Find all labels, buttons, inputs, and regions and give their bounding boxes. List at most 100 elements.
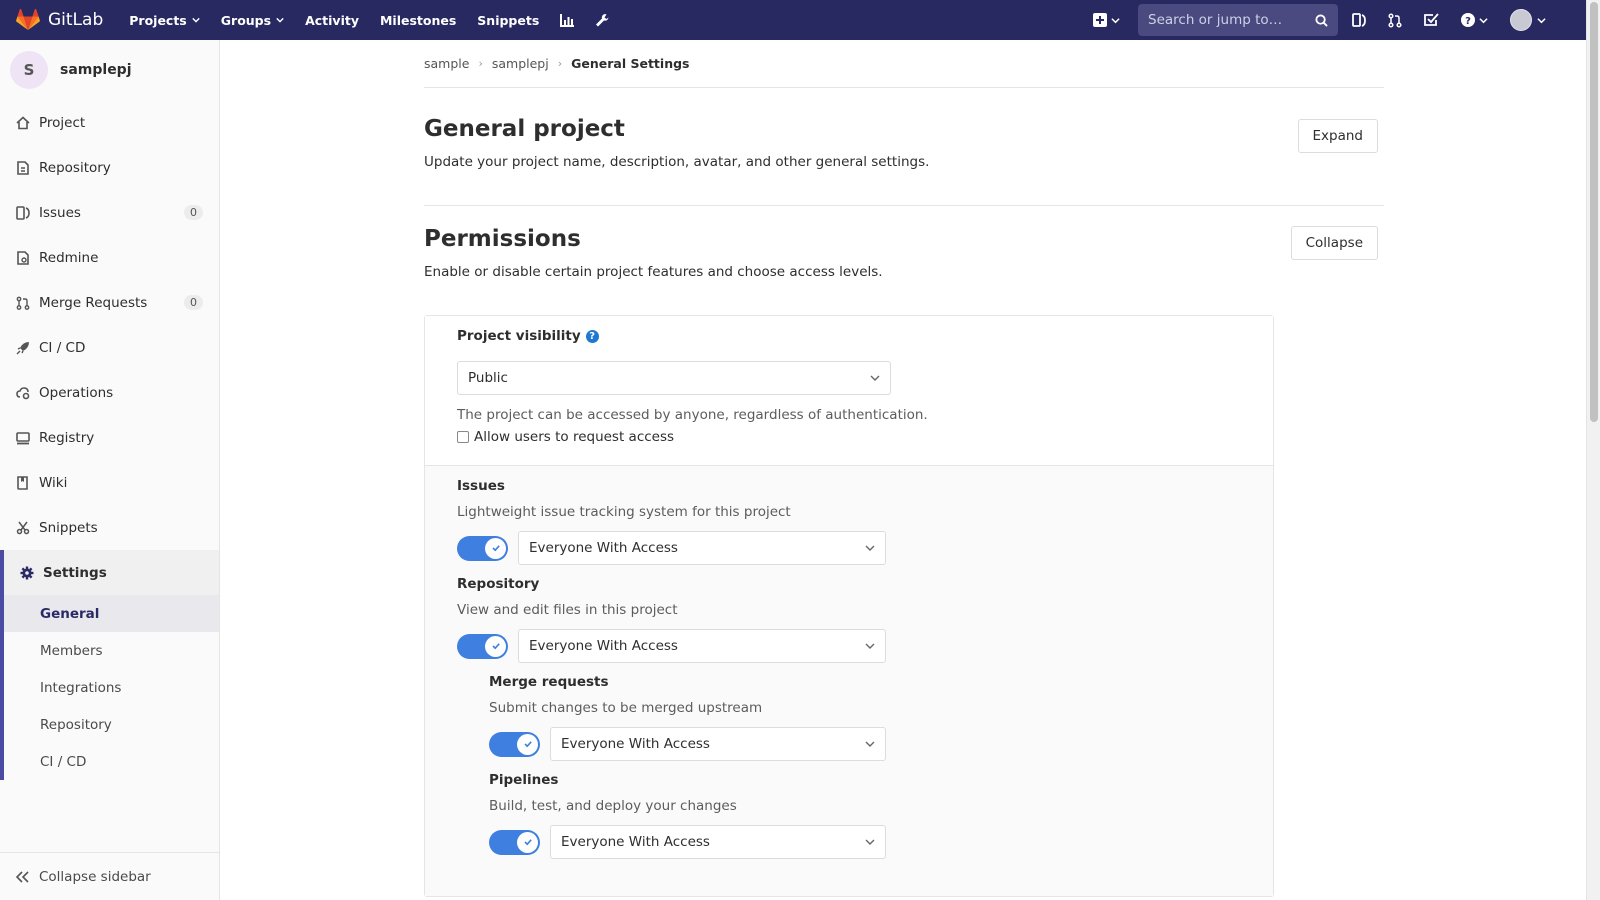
access-level-select[interactable]: Everyone With Access [550, 825, 886, 859]
visibility-select[interactable]: Public [457, 361, 891, 395]
sidebar-item-project[interactable]: Project [0, 100, 219, 145]
project-sidebar: S samplepj Project Repository Issues 0 Redmi… [0, 40, 220, 900]
collapse-button[interactable]: Collapse [1290, 226, 1378, 260]
feature-merge-requests: Merge requests Submit changes to be merge… [457, 674, 1241, 761]
sidebar-subitem-members[interactable]: Members [4, 632, 219, 669]
sidebar-item-repository[interactable]: Repository [0, 145, 219, 190]
check-icon [523, 741, 532, 748]
feature-toggle[interactable] [457, 633, 508, 659]
chevron-down-icon [865, 839, 875, 845]
sidebar-item-label: Registry [39, 429, 95, 446]
merge-request-icon [16, 296, 30, 310]
help-icon[interactable]: ? [585, 329, 599, 343]
toggle-knob [485, 537, 506, 559]
chevron-down-icon [865, 643, 875, 649]
wrench-icon[interactable] [595, 13, 609, 28]
search-input[interactable] [1148, 12, 1308, 28]
scissors-icon [16, 521, 30, 534]
nav-groups-dropdown[interactable]: Groups [221, 13, 284, 28]
chevron-right-icon: › [557, 57, 563, 70]
feature-description: View and edit files in this project [457, 602, 678, 618]
new-dropdown-button[interactable] [1093, 13, 1120, 27]
sidebar-item-label: Project [39, 114, 86, 131]
request-access-row: Allow users to request access [457, 429, 1241, 445]
sidebar-item-registry[interactable]: Registry [0, 415, 219, 460]
section-description: Update your project name, description, a… [424, 154, 930, 170]
feature-description: Build, test, and deploy your changes [489, 798, 737, 814]
chevron-down-icon [276, 17, 284, 23]
sidebar-item-label: Wiki [39, 474, 68, 491]
sidebar-item-redmine[interactable]: Redmine [0, 235, 219, 280]
chevron-down-icon [1479, 17, 1488, 23]
top-navbar: GitLab Projects Groups Activity Milestones S… [0, 0, 1586, 40]
feature-toggle[interactable] [489, 731, 540, 757]
sidebar-item-snippets[interactable]: Snippets [0, 505, 219, 550]
doc-icon [17, 160, 29, 175]
help-dropdown[interactable]: ? [1461, 13, 1488, 27]
sidebar-item-issues[interactable]: Issues 0 [0, 190, 219, 235]
sidebar-settings-group: Settings General Members Integrations Repos… [0, 550, 219, 780]
access-level-select[interactable]: Everyone With Access [518, 629, 886, 663]
expand-button[interactable]: Expand [1297, 119, 1378, 153]
nav-label: Activity [305, 12, 359, 28]
sidebar-item-operations[interactable]: Operations [0, 370, 219, 415]
nav-label: Groups [220, 12, 272, 28]
sidebar-item-merge-requests[interactable]: Merge Requests 0 [0, 280, 219, 325]
breadcrumb-link[interactable]: sample [424, 56, 469, 71]
collapse-sidebar-button[interactable]: Collapse sidebar [0, 852, 219, 900]
section-title: Permissions [424, 226, 581, 252]
gitlab-logo[interactable]: GitLab [16, 9, 103, 31]
todo-icon[interactable] [1424, 13, 1439, 27]
issues-icon[interactable] [1352, 12, 1366, 28]
gitlab-tanuki-icon [16, 9, 40, 30]
access-level-select[interactable]: Everyone With Access [550, 727, 886, 761]
feature-repository: Repository View and edit files in this pr… [457, 576, 1241, 663]
sidebar-item-ci-cd[interactable]: CI / CD [0, 325, 219, 370]
feature-controls: Everyone With Access [489, 825, 1241, 859]
access-level-select[interactable]: Everyone With Access [518, 531, 886, 565]
chevron-right-icon: › [478, 57, 483, 70]
checkbox-label[interactable]: Allow users to request access [474, 429, 674, 445]
feature-toggle[interactable] [489, 829, 540, 855]
chevron-down-icon [865, 741, 875, 747]
main-content: sample › samplepj › General Settings Gen… [424, 40, 1384, 897]
double-chevron-left-icon [16, 870, 29, 883]
feature-title: Pipelines [489, 772, 559, 788]
nav-activity-link[interactable]: Activity [305, 13, 359, 28]
feature-toggle[interactable] [457, 535, 508, 561]
general-project-section: General project Update your project name… [424, 88, 1384, 206]
feature-controls: Everyone With Access [457, 531, 1241, 565]
project-avatar: S [10, 51, 48, 89]
breadcrumb-current: General Settings [571, 56, 690, 71]
redmine-icon [17, 250, 29, 265]
chart-icon[interactable] [560, 13, 575, 27]
feature-controls: Everyone With Access [457, 629, 1241, 663]
project-name: samplepj [60, 62, 132, 78]
user-menu[interactable] [1510, 9, 1546, 31]
sidebar-item-label: Snippets [39, 519, 98, 536]
nav-milestones-link[interactable]: Milestones [380, 13, 456, 28]
feature-controls: Everyone With Access [489, 727, 1241, 761]
sidebar-item-settings[interactable]: Settings [4, 550, 219, 595]
sidebar-subitem-repository[interactable]: Repository [4, 706, 219, 743]
request-access-checkbox[interactable] [457, 431, 469, 443]
section-description: Enable or disable certain project featur… [424, 264, 883, 280]
check-icon [491, 545, 500, 552]
breadcrumb-link[interactable]: samplepj [492, 56, 549, 71]
disk-icon [16, 431, 30, 444]
search-box[interactable] [1138, 4, 1338, 36]
nav-snippets-link[interactable]: Snippets [477, 13, 539, 28]
nav-projects-dropdown[interactable]: Projects [129, 13, 200, 28]
sidebar-item-wiki[interactable]: Wiki [0, 460, 219, 505]
rocket-icon [16, 341, 29, 354]
scrollbar-thumb[interactable] [1590, 2, 1598, 422]
project-header[interactable]: S samplepj [0, 40, 219, 100]
merge-request-icon[interactable] [1388, 12, 1402, 28]
toggle-knob [485, 635, 506, 657]
sidebar-item-label: Merge Requests [39, 294, 148, 311]
sidebar-subitem-integrations[interactable]: Integrations [4, 669, 219, 706]
sidebar-item-label: Redmine [39, 249, 99, 266]
sidebar-subitem-general[interactable]: General [4, 595, 219, 632]
sidebar-subitem-ci-cd[interactable]: CI / CD [4, 743, 219, 780]
page-scrollbar[interactable] [1586, 0, 1600, 900]
